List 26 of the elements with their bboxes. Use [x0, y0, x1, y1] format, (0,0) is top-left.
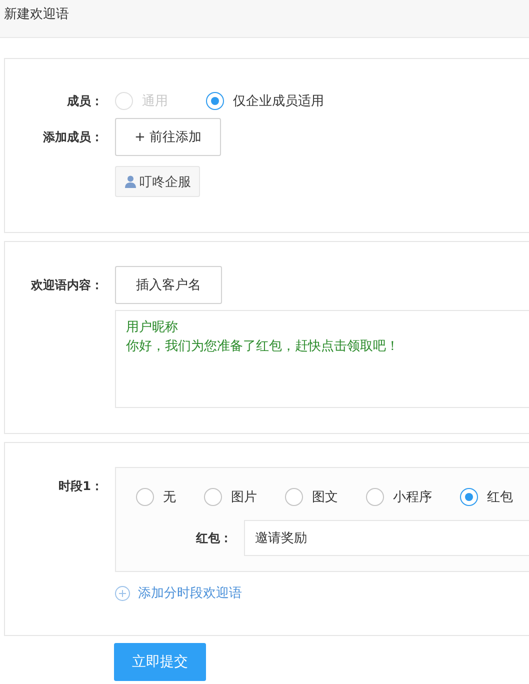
radio-option[interactable]: 仅企业成员适用	[206, 92, 324, 110]
message-textarea[interactable]: 用户昵称 你好，我们为您准备了红包，赶快点击领取吧！	[115, 310, 529, 408]
radio-icon	[136, 488, 154, 506]
field-label: 红包：	[196, 530, 232, 546]
field-label: 欢迎语内容：	[31, 277, 103, 294]
page-title: 新建欢迎语	[3, 6, 69, 23]
radio-icon	[366, 488, 384, 506]
tag-text: 叮咚企服	[139, 174, 191, 190]
radio-icon	[460, 488, 478, 506]
add-member-button[interactable]: + 前往添加	[115, 118, 221, 156]
radio-icon	[206, 92, 224, 110]
user-icon	[124, 175, 137, 188]
radio-icon	[115, 92, 133, 110]
plus-circle-icon	[115, 586, 130, 600]
radio-option[interactable]: 无	[136, 488, 176, 506]
field-label: 时段1：	[58, 478, 103, 495]
reward-select[interactable]: 邀请奖励	[244, 520, 529, 556]
field-label: 添加成员：	[43, 129, 103, 146]
radio-option[interactable]: 小程序	[366, 488, 432, 506]
radio-option[interactable]: 红包	[460, 488, 513, 506]
field-label: 成员：	[67, 92, 103, 110]
radio-option[interactable]: 图文	[285, 488, 338, 506]
radio-icon	[285, 488, 303, 506]
radio-option[interactable]: 图片	[204, 488, 257, 506]
insert-name-button[interactable]: 插入客户名	[115, 266, 222, 304]
radio-icon	[204, 488, 222, 506]
